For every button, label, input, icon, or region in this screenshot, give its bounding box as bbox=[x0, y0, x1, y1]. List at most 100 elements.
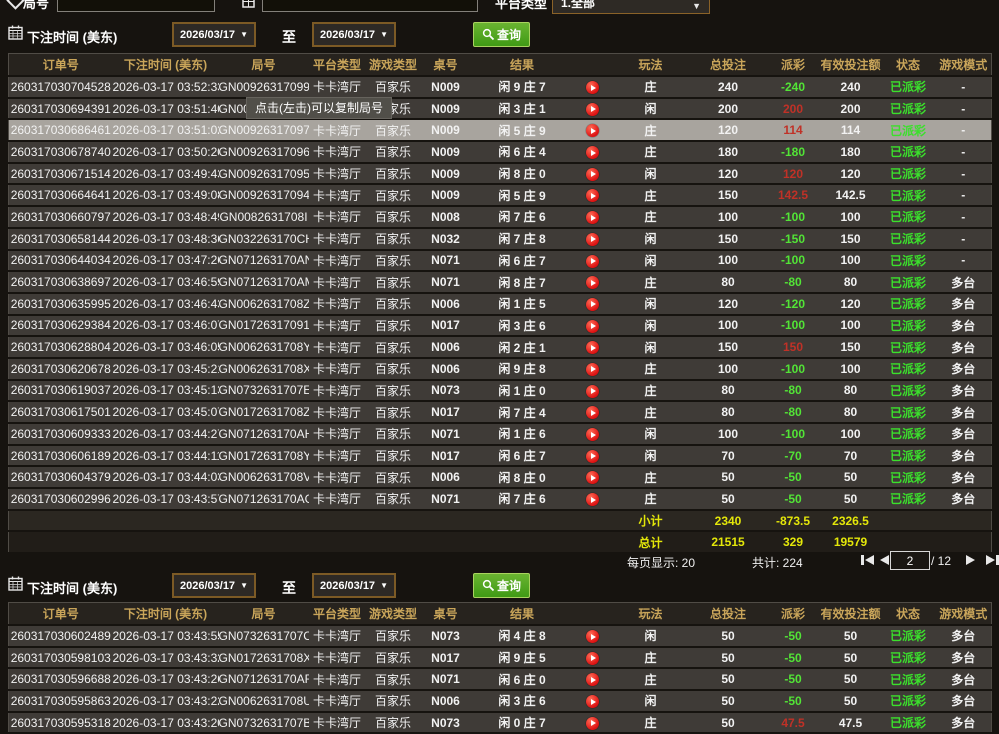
replay-icon[interactable] bbox=[574, 625, 611, 647]
replay-play-icon[interactable] bbox=[586, 673, 599, 686]
table-row[interactable]: 2603170306190372026-03-17 03:45:13GN0732… bbox=[9, 380, 992, 402]
replay-icon[interactable] bbox=[574, 163, 611, 185]
round-id-cell[interactable]: GN071263170AM bbox=[219, 271, 309, 293]
table-row[interactable]: 2603170305981032026-03-17 03:43:32GN0172… bbox=[9, 647, 992, 669]
table-row[interactable]: 2603170306386972026-03-17 03:46:59GN0712… bbox=[9, 271, 992, 293]
round-id-cell[interactable]: GN0172631708X bbox=[219, 647, 309, 669]
table-row[interactable]: 2603170306607972026-03-17 03:48:49GN0082… bbox=[9, 206, 992, 228]
round-no-input[interactable] bbox=[57, 0, 215, 12]
table-row[interactable]: 2603170306061892026-03-17 03:44:11GN0172… bbox=[9, 445, 992, 467]
round-id-cell[interactable]: GN0172631708Z bbox=[219, 401, 309, 423]
table-row[interactable]: 2603170306293842026-03-17 03:46:07GN0172… bbox=[9, 315, 992, 337]
replay-play-icon[interactable] bbox=[586, 717, 599, 730]
date-to-select-2[interactable]: 2026/03/17▼ bbox=[312, 573, 396, 598]
replay-icon[interactable] bbox=[574, 271, 611, 293]
replay-icon[interactable] bbox=[574, 380, 611, 402]
round-id-cell[interactable]: GN0062631708X bbox=[219, 358, 309, 380]
replay-play-icon[interactable] bbox=[586, 168, 599, 181]
table-row[interactable]: 2603170306043792026-03-17 03:44:03GN0062… bbox=[9, 466, 992, 488]
round-id-cell[interactable]: GN00926317094 bbox=[219, 184, 309, 206]
replay-icon[interactable] bbox=[574, 293, 611, 315]
replay-icon[interactable] bbox=[574, 98, 611, 120]
round-id-cell[interactable]: GN0172631708Y bbox=[219, 445, 309, 467]
round-id-cell[interactable]: GN0062631708U bbox=[219, 690, 309, 712]
table-row[interactable]: 2603170306288042026-03-17 03:46:05GN0062… bbox=[9, 336, 992, 358]
round-id-cell[interactable]: GN032263170CH bbox=[219, 228, 309, 250]
last-page-button[interactable] bbox=[986, 555, 999, 565]
round-id-cell[interactable]: GN0062631708Y bbox=[219, 336, 309, 358]
shoe-no-input[interactable] bbox=[262, 0, 478, 12]
replay-icon[interactable] bbox=[574, 315, 611, 337]
replay-icon[interactable] bbox=[574, 466, 611, 488]
search-button-2[interactable]: 查询 bbox=[473, 573, 530, 598]
table-row[interactable]: 2603170305966882026-03-17 03:43:26GN0712… bbox=[9, 668, 992, 690]
prev-page-button[interactable] bbox=[880, 555, 889, 565]
date-from-select-2[interactable]: 2026/03/17▼ bbox=[172, 573, 256, 598]
replay-play-icon[interactable] bbox=[586, 81, 599, 94]
round-id-cell[interactable]: GN0062631708V bbox=[219, 466, 309, 488]
table-row[interactable]: 2603170307045282026-03-17 03:52:33GN0092… bbox=[9, 76, 992, 98]
replay-play-icon[interactable] bbox=[586, 493, 599, 506]
replay-icon[interactable] bbox=[574, 336, 611, 358]
replay-play-icon[interactable] bbox=[586, 652, 599, 665]
replay-play-icon[interactable] bbox=[586, 103, 599, 116]
replay-play-icon[interactable] bbox=[586, 189, 599, 202]
round-id-cell[interactable]: GN071263170AH bbox=[219, 423, 309, 445]
replay-play-icon[interactable] bbox=[586, 211, 599, 224]
round-id-cell[interactable]: GN071263170AF bbox=[219, 668, 309, 690]
round-id-cell[interactable]: GN071263170AN bbox=[219, 250, 309, 272]
table-row[interactable]: 2603170306093332026-03-17 03:44:27GN0712… bbox=[9, 423, 992, 445]
replay-icon[interactable] bbox=[574, 445, 611, 467]
replay-icon[interactable] bbox=[574, 184, 611, 206]
round-id-cell[interactable]: GN00926317097 bbox=[219, 119, 309, 141]
table-row[interactable]: 2603170306029962026-03-17 03:43:57GN0712… bbox=[9, 488, 992, 510]
replay-icon[interactable] bbox=[574, 423, 611, 445]
table-row[interactable]: 2603170306359952026-03-17 03:46:43GN0062… bbox=[9, 293, 992, 315]
replay-icon[interactable] bbox=[574, 250, 611, 272]
round-id-cell[interactable]: GN0732631707E bbox=[219, 380, 309, 402]
replay-play-icon[interactable] bbox=[586, 406, 599, 419]
round-id-cell[interactable]: GN00926317096 bbox=[219, 141, 309, 163]
replay-play-icon[interactable] bbox=[586, 471, 599, 484]
page-input[interactable] bbox=[890, 551, 930, 570]
table-row[interactable]: 2603170306787402026-03-17 03:50:20GN0092… bbox=[9, 141, 992, 163]
replay-play-icon[interactable] bbox=[586, 320, 599, 333]
replay-icon[interactable] bbox=[574, 488, 611, 510]
replay-play-icon[interactable] bbox=[586, 298, 599, 311]
replay-icon[interactable] bbox=[574, 228, 611, 250]
replay-play-icon[interactable] bbox=[586, 428, 599, 441]
table-row[interactable]: 2603170306581442026-03-17 03:48:36GN0322… bbox=[9, 228, 992, 250]
replay-play-icon[interactable] bbox=[586, 341, 599, 354]
replay-icon[interactable] bbox=[574, 119, 611, 141]
replay-icon[interactable] bbox=[574, 141, 611, 163]
replay-icon[interactable] bbox=[574, 690, 611, 712]
table-row[interactable]: 2603170306024892026-03-17 03:43:55GN0732… bbox=[9, 625, 992, 647]
replay-icon[interactable] bbox=[574, 668, 611, 690]
table-row[interactable]: 2603170306175012026-03-17 03:45:07GN0172… bbox=[9, 401, 992, 423]
table-row[interactable]: 2603170305953182026-03-17 03:43:20GN0732… bbox=[9, 712, 992, 734]
round-id-cell[interactable]: GN00926317095 bbox=[219, 163, 309, 185]
replay-play-icon[interactable] bbox=[586, 695, 599, 708]
round-id-cell[interactable]: GN0732631707B bbox=[219, 712, 309, 734]
round-id-cell[interactable]: GN0062631708Z bbox=[219, 293, 309, 315]
date-from-select[interactable]: 2026/03/17▼ bbox=[172, 22, 256, 47]
replay-play-icon[interactable] bbox=[586, 255, 599, 268]
table-row[interactable]: 2603170306206782026-03-17 03:45:21GN0062… bbox=[9, 358, 992, 380]
date-to-select[interactable]: 2026/03/17▼ bbox=[312, 22, 396, 47]
round-id-cell[interactable]: GN01726317091 bbox=[219, 315, 309, 337]
table-row[interactable]: 2603170306440342026-03-17 03:47:26GN0712… bbox=[9, 250, 992, 272]
replay-play-icon[interactable] bbox=[586, 124, 599, 137]
round-id-cell[interactable]: GN00926317099 bbox=[219, 76, 309, 98]
replay-play-icon[interactable] bbox=[586, 450, 599, 463]
replay-icon[interactable] bbox=[574, 358, 611, 380]
replay-play-icon[interactable] bbox=[586, 146, 599, 159]
replay-play-icon[interactable] bbox=[586, 385, 599, 398]
replay-icon[interactable] bbox=[574, 206, 611, 228]
replay-play-icon[interactable] bbox=[586, 630, 599, 643]
replay-play-icon[interactable] bbox=[586, 363, 599, 376]
search-button[interactable]: 查询 bbox=[473, 22, 530, 47]
table-row[interactable]: 2603170306943912026-03-17 03:51:40GN0092… bbox=[9, 98, 992, 120]
replay-play-icon[interactable] bbox=[586, 276, 599, 289]
table-row[interactable]: 2603170305958632026-03-17 03:43:22GN0062… bbox=[9, 690, 992, 712]
next-page-button[interactable] bbox=[966, 555, 975, 565]
